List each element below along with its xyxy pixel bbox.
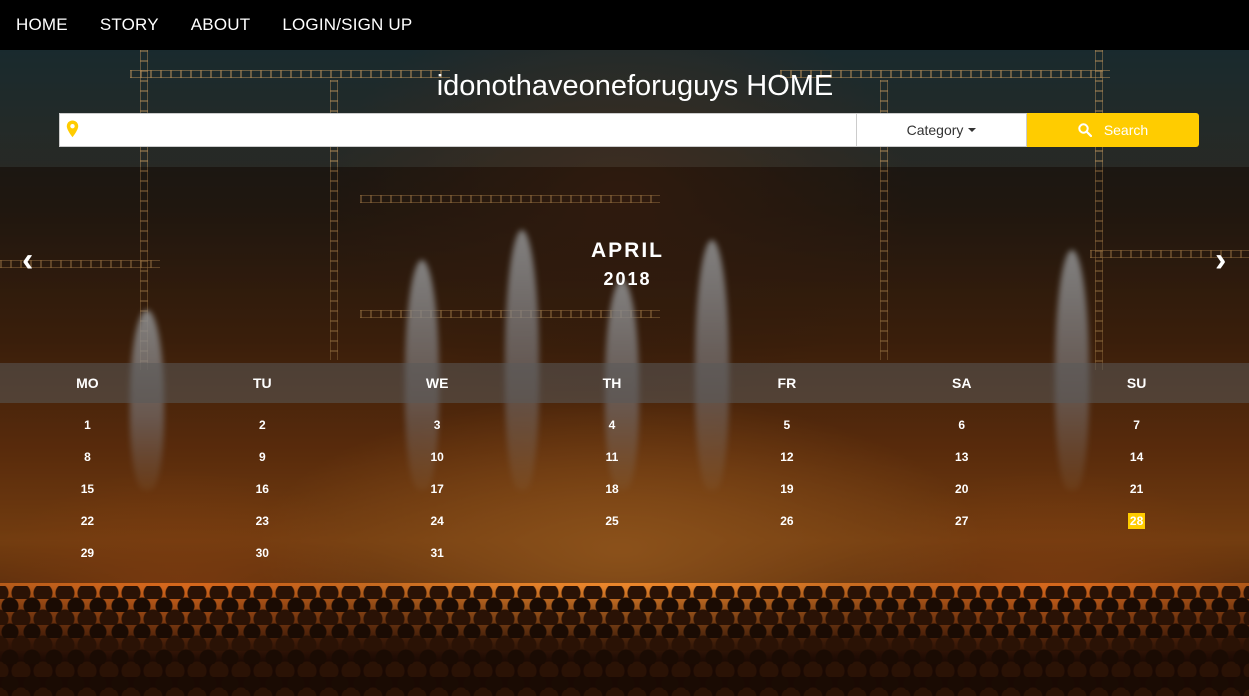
calendar-day[interactable]: 17 — [350, 473, 525, 505]
nav-home-link[interactable]: HOME — [16, 2, 68, 48]
calendar-day[interactable]: 15 — [0, 473, 175, 505]
calendar-day[interactable]: 12 — [699, 441, 874, 473]
weekday-label: SA — [952, 375, 972, 391]
calendar-week-row: 8 9 10 11 12 13 14 — [0, 441, 1249, 473]
weekday-label: TU — [252, 375, 272, 391]
weekday-label: FR — [777, 375, 797, 391]
calendar-day[interactable]: 2 — [175, 409, 350, 441]
calendar-week-row: 15 16 17 18 19 20 21 — [0, 473, 1249, 505]
calendar-day[interactable]: 8 — [0, 441, 175, 473]
calendar-day[interactable]: 27 — [874, 505, 1049, 537]
location-search-field — [59, 113, 856, 147]
search-button[interactable]: Search — [1027, 113, 1199, 147]
calendar-day[interactable]: 14 — [1049, 441, 1224, 473]
calendar-week-row: 22 23 24 25 26 27 28 — [0, 505, 1249, 537]
calendar-day[interactable]: 21 — [1049, 473, 1224, 505]
calendar-day[interactable]: 30 — [175, 537, 350, 569]
weekday-label: MO — [76, 375, 99, 391]
search-icon — [1078, 123, 1092, 137]
page-title: idonothaveoneforuguys HOME — [436, 70, 834, 102]
calendar-day[interactable]: 4 — [525, 409, 700, 441]
top-navbar: HOME STORY ABOUT LOGIN/SIGN UP — [0, 0, 1249, 50]
calendar-day[interactable]: 20 — [874, 473, 1049, 505]
calendar-day[interactable]: 11 — [525, 441, 700, 473]
calendar-day[interactable]: 1 — [0, 409, 175, 441]
calendar-day[interactable]: 9 — [175, 441, 350, 473]
header-band — [0, 50, 1249, 167]
calendar-week-row: 1 2 3 4 5 6 7 — [0, 409, 1249, 441]
nav-menu: HOME STORY ABOUT LOGIN/SIGN UP — [0, 0, 1249, 50]
location-pin-icon — [66, 120, 79, 138]
calendar-day[interactable]: 3 — [350, 409, 525, 441]
calendar-day[interactable]: 24 — [350, 505, 525, 537]
location-search-input[interactable] — [60, 114, 856, 146]
calendar-day[interactable]: 23 — [175, 505, 350, 537]
weekday-label: WE — [425, 375, 449, 391]
calendar-month: APRIL — [591, 239, 664, 262]
calendar-day[interactable]: 6 — [874, 409, 1049, 441]
weekday-label: SU — [1126, 375, 1147, 391]
calendar-day[interactable]: 29 — [0, 537, 175, 569]
calendar-day[interactable]: 26 — [699, 505, 874, 537]
calendar-day[interactable]: 7 — [1049, 409, 1224, 441]
calendar-day — [525, 537, 700, 569]
calendar-day[interactable]: 10 — [350, 441, 525, 473]
calendar-day — [699, 537, 874, 569]
event-calendar: ‹ APRIL 2018 › MO TU WE TH FR SA SU 1 2 … — [0, 167, 1249, 583]
calendar-year: 2018 — [603, 269, 652, 289]
calendar-days-grid: 1 2 3 4 5 6 7 8 9 10 11 12 13 14 15 16 1… — [0, 409, 1249, 569]
weekday-header-row: MO TU WE TH FR SA SU — [0, 363, 1249, 403]
category-dropdown-label: Category — [906, 122, 964, 138]
nav-login-signup-link[interactable]: LOGIN/SIGN UP — [282, 2, 412, 48]
calendar-day[interactable]: 16 — [175, 473, 350, 505]
search-button-label: Search — [1103, 122, 1149, 138]
calendar-day[interactable]: 13 — [874, 441, 1049, 473]
calendar-day[interactable]: 5 — [699, 409, 874, 441]
calendar-day[interactable]: 22 — [0, 505, 175, 537]
search-bar: Category Search — [59, 113, 1199, 147]
calendar-day[interactable]: 19 — [699, 473, 874, 505]
next-month-arrow-icon[interactable]: › — [1215, 243, 1226, 277]
category-dropdown-button[interactable]: Category — [856, 113, 1027, 147]
calendar-day[interactable]: 31 — [350, 537, 525, 569]
nav-about-link[interactable]: ABOUT — [191, 2, 251, 48]
calendar-day-today[interactable]: 28 — [1049, 505, 1224, 537]
calendar-week-row: 29 30 31 — [0, 537, 1249, 569]
calendar-day — [874, 537, 1049, 569]
weekday-label: TH — [602, 375, 622, 391]
calendar-day[interactable]: 25 — [525, 505, 700, 537]
calendar-day — [1049, 537, 1224, 569]
nav-story-link[interactable]: STORY — [100, 2, 159, 48]
caret-down-icon — [968, 128, 977, 132]
calendar-day[interactable]: 18 — [525, 473, 700, 505]
